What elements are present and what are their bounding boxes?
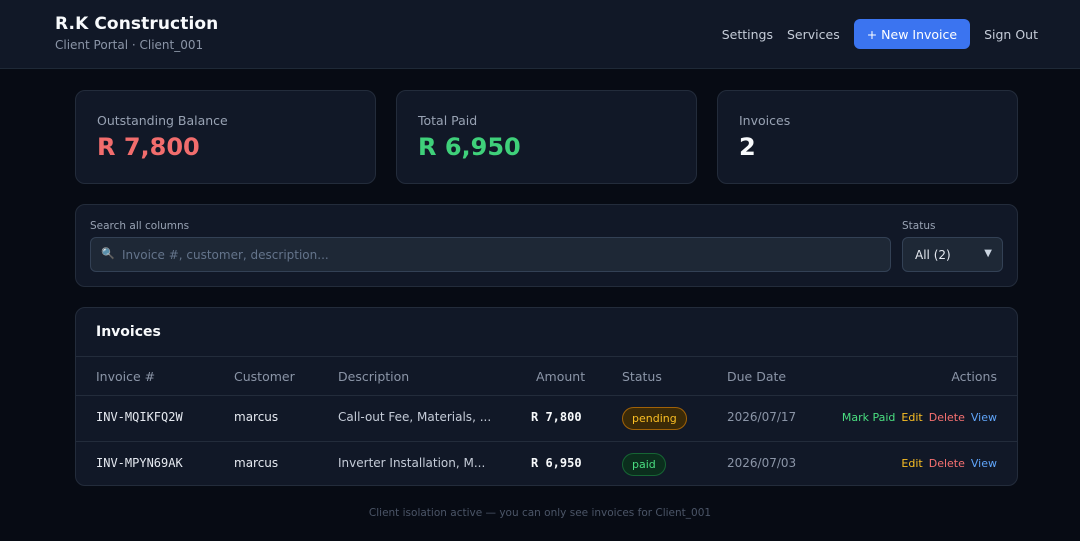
status-select[interactable]: All (2) ▼ <box>902 237 1003 272</box>
column-header-customer: Customer <box>234 369 295 384</box>
invoice-description: Call-out Fee, Materials, ... <box>338 410 492 424</box>
due-date: 2026/07/17 <box>727 410 797 424</box>
sign-out-link[interactable]: Sign Out <box>984 27 1038 42</box>
footer-note: Client isolation active — you can only s… <box>368 507 712 519</box>
delete-link[interactable]: Delete <box>929 457 965 470</box>
status-badge: paid <box>622 453 666 476</box>
search-box[interactable]: 🔍 <box>90 237 891 272</box>
invoice-description: Inverter Installation, M... <box>338 456 486 470</box>
column-header-due-date: Due Date <box>727 369 787 384</box>
top-bar: R.K Construction Client Portal · Client_… <box>0 0 1080 69</box>
stat-label: Invoices <box>739 113 791 128</box>
status-badge: pending <box>622 407 687 430</box>
table-row: INV-MQIKFQ2W marcus Call-out Fee, Materi… <box>76 396 1017 441</box>
new-invoice-button[interactable]: + New Invoice <box>853 19 971 49</box>
app-title: R.K Construction <box>55 14 219 34</box>
status-label: Status <box>902 220 936 232</box>
invoice-amount: R 7,800 <box>531 410 582 424</box>
stat-card-outstanding: Outstanding Balance R 7,800 <box>75 90 376 184</box>
stat-card-invoices: Invoices 2 <box>717 90 1018 184</box>
search-label: Search all columns <box>90 220 190 232</box>
filter-card: Search all columns 🔍 Status All (2) ▼ <box>75 204 1018 287</box>
app-subtitle: Client Portal · Client_001 <box>55 38 204 52</box>
view-link[interactable]: View <box>971 411 997 424</box>
invoices-table-card: Invoices Invoice # Customer Description … <box>75 307 1018 486</box>
stat-card-total-paid: Total Paid R 6,950 <box>396 90 697 184</box>
row-actions: Mark Paid Edit Delete View <box>836 411 997 424</box>
brand: R.K Construction Client Portal · Client_… <box>55 14 218 52</box>
customer-name: marcus <box>234 410 279 424</box>
delete-link[interactable]: Delete <box>929 411 965 424</box>
invoice-number: INV-MQIKFQ2W <box>96 410 183 424</box>
column-header-invoice: Invoice # <box>96 369 156 384</box>
invoice-number: INV-MPYN69AK <box>96 456 183 470</box>
mark-paid-link[interactable]: Mark Paid <box>842 411 896 424</box>
top-nav: Settings Services + New Invoice Sign Out <box>722 19 1038 49</box>
divider <box>76 356 1017 357</box>
column-header-actions: Actions <box>951 369 997 384</box>
settings-link[interactable]: Settings <box>722 27 773 42</box>
edit-link[interactable]: Edit <box>901 411 922 424</box>
search-icon: 🔍 <box>101 247 115 260</box>
table-title: Invoices <box>96 324 161 340</box>
column-header-amount: Amount <box>536 369 586 384</box>
due-date: 2026/07/03 <box>727 456 797 470</box>
stat-value: R 6,950 <box>418 133 521 161</box>
stat-label: Total Paid <box>418 113 478 128</box>
customer-name: marcus <box>234 456 279 470</box>
column-header-status: Status <box>622 369 662 384</box>
stat-value: 2 <box>739 133 756 161</box>
view-link[interactable]: View <box>971 457 997 470</box>
search-input[interactable] <box>122 238 882 271</box>
status-select-value: All (2) <box>915 248 951 262</box>
table-row: INV-MPYN69AK marcus Inverter Installatio… <box>76 442 1017 487</box>
row-actions: Edit Delete View <box>895 457 997 470</box>
edit-link[interactable]: Edit <box>901 457 922 470</box>
services-link[interactable]: Services <box>787 27 840 42</box>
stat-label: Outstanding Balance <box>97 113 228 128</box>
chevron-down-icon: ▼ <box>984 248 992 259</box>
stat-value: R 7,800 <box>97 133 200 161</box>
column-header-description: Description <box>338 369 410 384</box>
invoice-amount: R 6,950 <box>531 456 582 470</box>
